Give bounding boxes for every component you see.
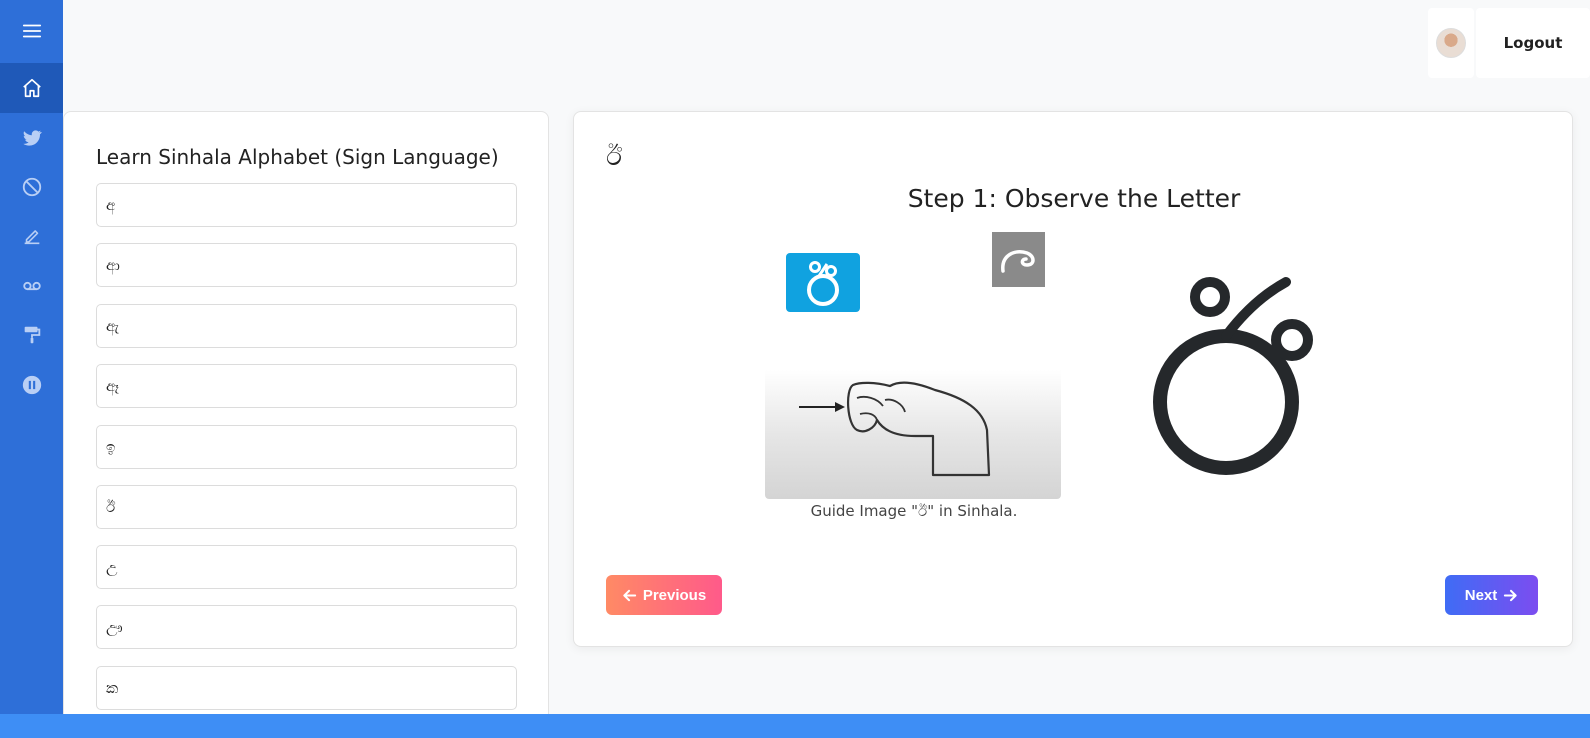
letter-item[interactable]: ඈ (96, 364, 517, 408)
guide-image (765, 230, 1061, 500)
pause-circle-icon (22, 375, 41, 395)
sidebar-item-voicemail[interactable] (0, 261, 63, 311)
voicemail-icon (22, 281, 41, 291)
large-letter-image (1153, 277, 1313, 475)
bottom-bar (0, 714, 1590, 738)
home-icon (22, 78, 41, 98)
next-button[interactable]: Next (1445, 575, 1538, 615)
letter-item[interactable]: ඇ (96, 304, 517, 348)
letter-label: උ (106, 558, 118, 576)
letter-label: ආ (106, 256, 120, 274)
logout-label: Logout (1503, 34, 1563, 52)
letter-label: ඌ (106, 618, 123, 636)
letter-glyph-icon (807, 260, 839, 306)
next-label: Next (1464, 586, 1498, 604)
letter-item[interactable]: ඊ (96, 485, 517, 529)
curl-stroke-icon (1000, 249, 1035, 273)
previous-label: Previous (642, 586, 707, 604)
sidebar-item-home[interactable] (0, 63, 63, 113)
user-avatar-button[interactable] (1428, 8, 1474, 78)
logout-button[interactable]: Logout (1476, 8, 1590, 78)
letter-label: ක (106, 679, 119, 697)
alphabet-panel-title: Learn Sinhala Alphabet (Sign Language) (96, 145, 499, 169)
current-letter-heading: ඊ (606, 142, 622, 172)
letter-item[interactable]: ඉ (96, 425, 517, 469)
alphabet-panel: Learn Sinhala Alphabet (Sign Language) අ… (63, 111, 549, 738)
previous-button[interactable]: Previous (606, 575, 722, 615)
letter-label: ඇ (106, 317, 120, 335)
guide-caption: Guide Image "ඊ" in Sinhala. (810, 502, 1018, 520)
sidebar-item-twitter[interactable] (0, 113, 63, 163)
arrow-left-icon (623, 589, 636, 601)
stroke-tile-image (992, 232, 1045, 287)
avatar (1436, 28, 1466, 58)
ban-icon (22, 177, 41, 197)
letter-label: ඈ (106, 377, 120, 395)
sidebar-item-ban[interactable] (0, 162, 63, 212)
sidebar-item-edit[interactable] (0, 211, 63, 261)
letter-item[interactable]: ඌ (96, 605, 517, 649)
sidebar (0, 0, 63, 738)
hand-sign-icon (799, 381, 991, 477)
step-title: Step 1: Observe the Letter (907, 184, 1241, 213)
sidebar-item-pause[interactable] (0, 360, 63, 410)
letter-item[interactable]: ක (96, 666, 517, 710)
letter-item[interactable]: අ (96, 183, 517, 227)
letter-tile-image (786, 253, 860, 312)
letter-label: ඊ (106, 498, 116, 516)
paint-roller-icon (24, 326, 40, 344)
menu-icon (22, 24, 41, 38)
twitter-icon (22, 130, 42, 146)
letter-label: ඉ (106, 438, 116, 456)
sidebar-item-paint[interactable] (0, 310, 63, 360)
pencil-icon (24, 230, 39, 245)
menu-toggle-button[interactable] (0, 6, 63, 56)
arrow-right-icon (1504, 589, 1517, 601)
hand-sign-image (765, 370, 1061, 499)
lesson-panel: ඊ Step 1: Observe the Letter Guide Image… (573, 111, 1573, 647)
letter-item[interactable]: උ (96, 545, 517, 589)
letter-item[interactable]: ආ (96, 243, 517, 287)
letter-label: අ (106, 196, 116, 214)
